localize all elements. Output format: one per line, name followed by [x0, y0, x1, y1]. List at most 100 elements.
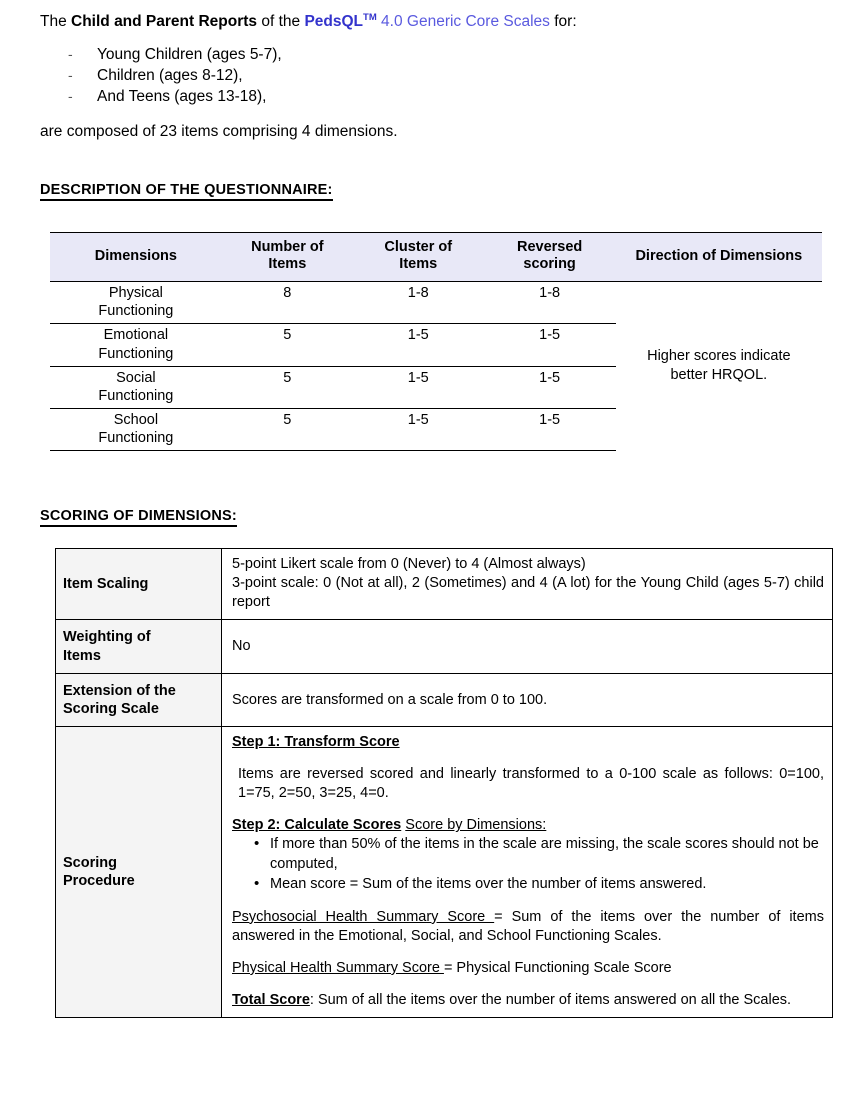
- dimension-line2: Functioning: [98, 430, 174, 447]
- section-heading-scoring: SCORING OF DIMENSIONS:: [40, 508, 237, 527]
- scale-name: 4.0 Generic Core Scales: [376, 13, 550, 31]
- table-header-row: Dimensions Number of Items Cluster of It…: [50, 231, 822, 283]
- cell-direction-of-dimensions: Higher scores indicate better HRQOL.: [616, 282, 822, 451]
- cell-reversed-scoring: 1-5: [483, 366, 616, 409]
- column-header-line1: Reversed: [516, 239, 583, 255]
- list-item: - Children (ages 8-12),: [68, 68, 668, 89]
- column-header-line2: Items: [399, 256, 438, 273]
- age-group-label: Young Children (ages 5-7),: [97, 46, 282, 63]
- cell-cluster-of-items: 1-5: [352, 408, 484, 452]
- column-header-dimensions: Dimensions: [50, 231, 222, 283]
- cell-reversed-scoring: 1-5: [483, 323, 616, 367]
- cell-number-of-items: 5: [221, 323, 353, 367]
- column-header-number-of-items: Number of Items: [221, 231, 353, 283]
- list-item: Mean score = Sum of the items over the n…: [254, 874, 824, 894]
- dimension-line1: Physical: [108, 285, 163, 302]
- list-item: - And Teens (ages 13-18),: [68, 89, 668, 110]
- dimension-line2: Functioning: [98, 303, 174, 320]
- dash-bullet-icon: -: [68, 88, 73, 104]
- scoring-table: Item Scaling 5-point Likert scale from 0…: [55, 547, 833, 1019]
- dimension-line2: Functioning: [98, 345, 174, 362]
- step1-title: Step 1: Transform Score: [232, 733, 400, 750]
- cell-number-of-items: 5: [221, 366, 353, 409]
- intro-middle: of the: [257, 13, 305, 31]
- dimension-line1: School: [113, 411, 159, 428]
- psychosocial-label: Psychosocial Health Summary Score: [232, 908, 495, 925]
- document-page: The Child and Parent Reports of the Peds…: [0, 0, 857, 1101]
- table-row-weighting: Weighting of Items No: [55, 619, 833, 674]
- intro-suffix: for:: [549, 13, 577, 31]
- dimension-line1: Emotional: [103, 327, 169, 344]
- label-item-scaling: Item Scaling: [55, 547, 222, 621]
- cell-dimension-name: School Functioning: [50, 408, 222, 452]
- step1-body: Items are reversed scored and linearly t…: [238, 766, 824, 802]
- label-extension-of-scoring-scale: Extension of the Scoring Scale: [55, 672, 222, 727]
- table-row-extension: Extension of the Scoring Scale Scores ar…: [55, 672, 833, 727]
- dash-bullet-icon: -: [68, 46, 73, 62]
- label-line2: Procedure: [63, 873, 135, 890]
- age-group-label: And Teens (ages 13-18),: [97, 88, 267, 105]
- label-line1: Scoring: [63, 854, 117, 871]
- cell-number-of-items: 5: [221, 408, 353, 452]
- label-scoring-procedure: Scoring Procedure: [55, 725, 222, 1019]
- physical-body: = Physical Functioning Scale Score: [443, 960, 672, 976]
- label-line2: Items: [63, 647, 101, 664]
- list-item: If more than 50% of the items in the sca…: [254, 834, 824, 873]
- column-header-line2: Items: [268, 256, 307, 273]
- dimensions-table: Dimensions Number of Items Cluster of It…: [50, 231, 822, 452]
- total-score-paragraph: Total Score: Sum of all the items over t…: [232, 991, 824, 1010]
- total-score-label: Total Score: [232, 992, 310, 1009]
- cell-reversed-scoring: 1-5: [483, 408, 616, 452]
- cell-cluster-of-items: 1-5: [352, 366, 484, 409]
- content-weighting-value: No: [221, 619, 833, 674]
- intro-bold-reports: Child and Parent Reports: [71, 13, 258, 31]
- section-heading-description: DESCRIPTION OF THE QUESTIONNAIRE:: [40, 182, 333, 201]
- label-weighting-of-items: Weighting of Items: [55, 619, 222, 674]
- column-header-line1: Dimensions: [94, 247, 177, 264]
- table-row: Physical Functioning 8 1-8 1-8 Higher sc…: [50, 281, 822, 383]
- cell-dimension-name: Emotional Functioning: [50, 323, 222, 367]
- score-by-dimensions-label: Score by Dimensions:: [405, 817, 547, 834]
- column-header-cluster-of-items: Cluster of Items: [352, 231, 484, 283]
- item-scaling-line2: 3-point scale: 0 (Not at all), 2 (Someti…: [232, 575, 824, 611]
- total-score-body: : Sum of all the items over the number o…: [309, 992, 792, 1009]
- column-header-line2: scoring: [523, 256, 576, 273]
- intro-paragraph: The Child and Parent Reports of the Peds…: [40, 12, 830, 32]
- content-item-scaling: 5-point Likert scale from 0 (Never) to 4…: [221, 547, 833, 621]
- cell-cluster-of-items: 1-8: [352, 281, 484, 325]
- column-header-direction: Direction of Dimensions: [615, 231, 822, 283]
- cell-reversed-scoring: 1-8: [483, 281, 616, 325]
- psychosocial-summary-paragraph: Psychosocial Health Summary Score = Sum …: [232, 908, 824, 946]
- label-line2: Scoring Scale: [63, 700, 159, 717]
- item-scaling-line1: 5-point Likert scale from 0 (Never) to 4…: [232, 556, 586, 572]
- weighting-value: No: [232, 638, 251, 655]
- step2-title: Step 2: Calculate Scores: [232, 817, 402, 834]
- direction-line2: better HRQOL.: [670, 366, 768, 383]
- cell-dimension-name: Social Functioning: [50, 366, 222, 409]
- content-scoring-procedure: Step 1: Transform Score Items are revers…: [221, 725, 833, 1019]
- scoring-bullet-list: If more than 50% of the items in the sca…: [232, 834, 824, 894]
- cell-dimension-name: Physical Functioning: [50, 281, 222, 325]
- list-item: - Young Children (ages 5-7),: [68, 47, 668, 68]
- column-header-line1: Cluster of: [384, 239, 453, 255]
- label-line1: Weighting of: [63, 629, 151, 646]
- dimension-line2: Functioning: [98, 387, 174, 404]
- physical-label: Physical Health Summary Score: [232, 960, 444, 976]
- age-group-label: Children (ages 8-12),: [97, 67, 243, 84]
- pedsql-brand: PedsQL: [304, 13, 364, 31]
- cell-number-of-items: 8: [221, 281, 353, 325]
- column-header-line1: Direction of Dimensions: [635, 247, 803, 264]
- cell-cluster-of-items: 1-5: [352, 323, 484, 367]
- trademark-superscript: TM: [363, 12, 377, 23]
- dimension-line1: Social: [116, 369, 156, 386]
- dash-bullet-icon: -: [68, 67, 73, 83]
- direction-line1: Higher scores indicate: [647, 348, 791, 365]
- content-extension-value: Scores are transformed on a scale from 0…: [221, 672, 833, 727]
- composition-summary: are composed of 23 items comprising 4 di…: [40, 123, 398, 140]
- label-line1: Extension of the: [63, 682, 176, 699]
- column-header-reversed-scoring: Reversed scoring: [483, 231, 616, 283]
- table-row-scoring-procedure: Scoring Procedure Step 1: Transform Scor…: [55, 725, 833, 1019]
- column-header-line1: Number of: [251, 239, 324, 255]
- physical-summary-paragraph: Physical Health Summary Score = Physical…: [232, 959, 824, 978]
- age-group-list: - Young Children (ages 5-7), - Children …: [68, 47, 668, 110]
